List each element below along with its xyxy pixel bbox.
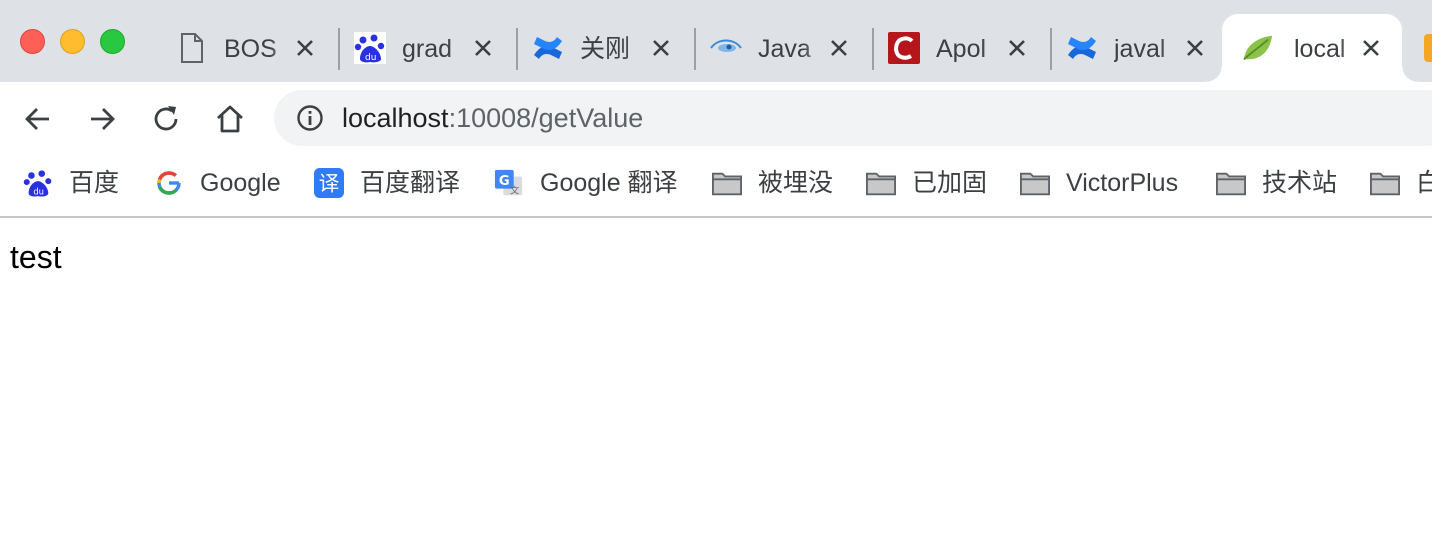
confluence-icon	[1066, 32, 1098, 64]
folder-icon	[1020, 168, 1050, 198]
url-path: :10008/getValue	[448, 103, 644, 133]
window-close-button[interactable]	[20, 29, 45, 54]
close-icon[interactable]	[1182, 35, 1208, 61]
bookmark-label: Google	[200, 169, 281, 197]
translate-icon: 译	[314, 168, 344, 198]
close-icon[interactable]	[648, 35, 674, 61]
page-content: test	[0, 218, 1432, 538]
back-button[interactable]	[19, 100, 57, 138]
bookmark-label: Google 翻译	[540, 169, 678, 197]
google-icon	[154, 168, 184, 198]
bookmark-label: 白	[1416, 169, 1432, 197]
c-logo-icon	[888, 32, 920, 64]
tab-title: grad	[402, 35, 453, 63]
close-icon[interactable]	[1004, 35, 1030, 61]
baidu-icon: du	[23, 168, 53, 198]
bookmark-folder[interactable]: 白	[1370, 166, 1432, 200]
close-icon[interactable]	[470, 35, 496, 61]
tab-title: javal	[1114, 35, 1166, 63]
folder-icon	[1370, 168, 1400, 198]
tab[interactable]: 关刚	[518, 14, 696, 82]
tab-title: 关刚	[580, 35, 631, 63]
browser-toolbar: localhost:10008/getValue	[0, 82, 1432, 154]
home-icon	[217, 105, 243, 133]
reload-button[interactable]	[147, 100, 185, 138]
tab[interactable]: BOS	[162, 14, 340, 82]
eye-icon	[710, 32, 742, 64]
close-icon[interactable]	[1358, 35, 1384, 61]
bookmark-label: 百度	[69, 169, 120, 197]
folder-icon	[1216, 168, 1246, 198]
arrow-right-icon	[91, 108, 115, 130]
window-maximize-button[interactable]	[100, 29, 125, 54]
svg-text:du: du	[33, 186, 44, 196]
folder-icon	[866, 168, 896, 198]
svg-text:译: 译	[319, 172, 340, 196]
spring-leaf-icon	[1242, 32, 1274, 64]
address-bar[interactable]: localhost:10008/getValue	[274, 90, 1432, 146]
tab-title: local	[1294, 35, 1346, 63]
tab-active[interactable]: local	[1206, 14, 1418, 82]
google-translate-icon: G文	[494, 168, 524, 198]
tab-title: Java	[758, 35, 811, 63]
forward-button[interactable]	[83, 100, 121, 138]
tab[interactable]: Java	[696, 14, 874, 82]
bookmark-label: VictorPlus	[1066, 169, 1179, 197]
page-body-text: test	[10, 239, 62, 275]
tab-title: Apol	[936, 35, 987, 63]
svg-text:文: 文	[510, 184, 520, 196]
bookmark-label: 已加固	[912, 169, 988, 197]
tab[interactable]: Apol	[874, 14, 1052, 82]
tab-overflow-favicon[interactable]	[1424, 34, 1432, 62]
baidu-icon: du	[354, 32, 386, 64]
arrow-left-icon	[25, 108, 49, 130]
home-button[interactable]	[211, 100, 249, 138]
bookmarks-bar: du 百度 Google 译 百度翻译 G文 Google 翻译 被埋没 已加固	[0, 154, 1432, 218]
document-icon	[176, 32, 208, 64]
folder-icon	[712, 168, 742, 198]
address-url[interactable]: localhost:10008/getValue	[342, 102, 643, 134]
bookmark-label: 被埋没	[758, 169, 834, 197]
url-host: localhost	[342, 103, 449, 133]
tab-title: BOS	[224, 35, 277, 63]
svg-text:G: G	[499, 174, 510, 189]
reload-icon	[154, 106, 178, 131]
tab[interactable]: du grad	[340, 14, 518, 82]
bookmark-label: 技术站	[1262, 169, 1338, 197]
info-icon[interactable]	[296, 104, 324, 132]
tab-strip: BOS du grad 关刚 Java Apol javal local	[0, 0, 1432, 82]
close-icon[interactable]	[292, 35, 318, 61]
close-icon[interactable]	[826, 35, 852, 61]
tab[interactable]: javal	[1052, 14, 1230, 82]
svg-text:du: du	[365, 53, 376, 63]
bookmark-label: 百度翻译	[360, 169, 461, 197]
window-minimize-button[interactable]	[60, 29, 85, 54]
confluence-icon	[532, 32, 564, 64]
